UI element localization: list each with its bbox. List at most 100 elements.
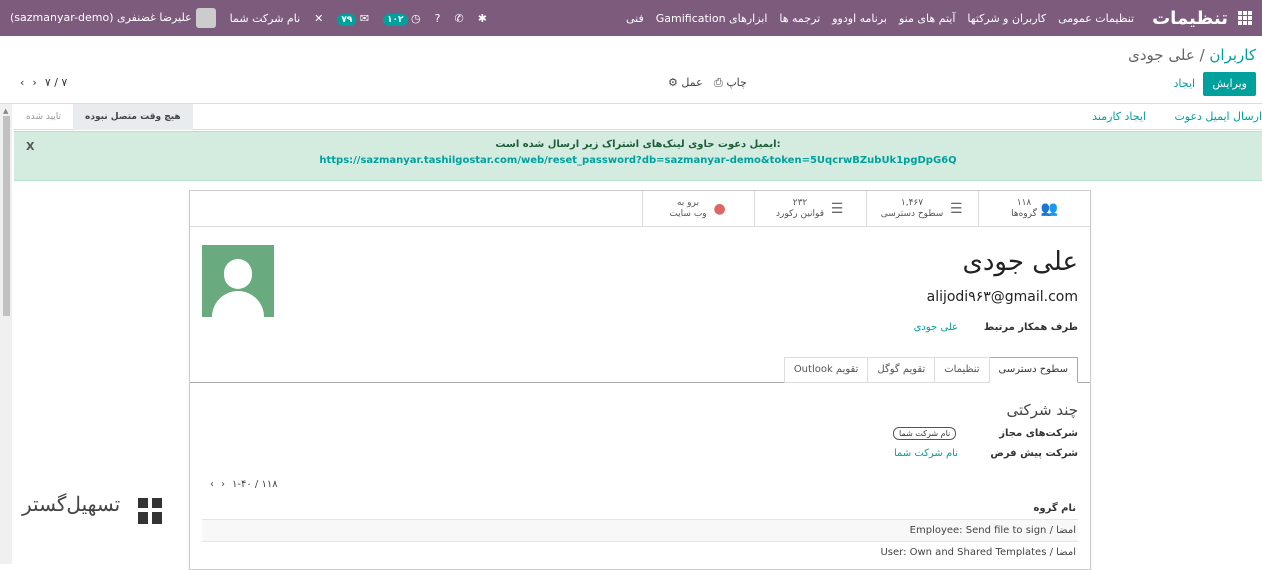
pager-value[interactable]: ۷ / ۷ <box>45 76 68 89</box>
website-smart-button[interactable]: ● برو به وب سایت <box>642 191 754 227</box>
avatar <box>195 8 216 28</box>
systray: ✱ ✆ ? ◷ ۱۰۲ ✉ ۷۹ ✕ نام شرکت شما علیرضا غ… <box>0 8 487 28</box>
edit-button[interactable]: ویرایش <box>1203 72 1256 96</box>
avatar-head-shape <box>224 259 252 289</box>
list-icon: ☰ <box>830 201 844 217</box>
record-pager: ‹ › ۷ / ۷ <box>20 76 67 89</box>
main-menu: تنظیمات عمومی کاربران و شرکتها آیتم های … <box>626 12 1134 25</box>
menu-item-translations[interactable]: ترجمه ها <box>779 12 820 25</box>
print-icon: ⎙ <box>714 76 723 89</box>
watermark-logo: تسهیل‌گستر <box>22 492 170 540</box>
breadcrumb: کاربران / علی جودی <box>1128 46 1256 64</box>
list-icon: ☰ <box>949 201 963 217</box>
groups-count: ۱۱۸ <box>1016 198 1032 208</box>
scroll-thumb[interactable] <box>3 116 10 316</box>
rules-count: ۲۳۲ <box>792 198 808 208</box>
menu-item-general-settings[interactable]: تنظیمات عمومی <box>1058 12 1134 25</box>
default-company-label: شرکت پیش فرض <box>990 448 1078 459</box>
access-count: ۱,۴۶۷ <box>900 198 924 208</box>
access-rights-smart-button[interactable]: ☰ ۱,۴۶۷ سطوح دسترسی <box>866 191 978 227</box>
smart-button-box: 👥 ۱۱۸ گروه‌ها ☰ ۱,۴۶۷ سطوح دسترسی ☰ ۲۳۲ قوا… <box>190 191 1090 227</box>
record-rules-smart-button[interactable]: ☰ ۲۳۲ قوانین رکورد <box>754 191 866 227</box>
action-label: عمل <box>681 76 703 89</box>
tab-outlook-calendar[interactable]: تقویم Outlook <box>783 357 869 383</box>
reset-password-link[interactable]: https://sazmanyar.tashilgostar.com/web/r… <box>14 155 1262 166</box>
partner-value-link[interactable]: علی جودی <box>914 322 958 333</box>
discuss-messages[interactable]: ✉ ۷۹ <box>337 11 370 26</box>
default-company-link[interactable]: نام شرکت شما <box>894 448 958 459</box>
scroll-up-icon[interactable]: ▲ <box>3 107 8 115</box>
groups-pager-value[interactable]: ۱-۴۰ / ۱۱۸ <box>232 479 278 490</box>
print-label: چاپ <box>726 76 747 89</box>
help-icon[interactable]: ? <box>435 12 441 25</box>
menu-item-odoo-app[interactable]: برنامه اودوو <box>832 12 887 25</box>
clock-badge: ۱۰۲ <box>383 13 408 26</box>
partner-label: طرف همکار مرتبط <box>983 322 1078 333</box>
allowed-company-tag[interactable]: نام شرکت شما <box>893 427 957 440</box>
user-photo[interactable] <box>202 245 274 317</box>
breadcrumb-users[interactable]: کاربران <box>1209 46 1256 64</box>
watermark-text: تسهیل‌گستر <box>22 492 121 516</box>
activity-clock[interactable]: ◷ ۱۰۲ <box>383 11 421 26</box>
stage-confirmed[interactable]: تایید شده <box>14 104 73 130</box>
menu-item-users-companies[interactable]: کاربران و شرکتها <box>967 12 1046 25</box>
chat-icon: ✉ <box>359 11 370 25</box>
messages-badge: ۷۹ <box>337 13 357 26</box>
create-button[interactable]: ایجاد <box>1165 72 1204 96</box>
user-email-field: alijodi۹۶۳@gmail.com <box>926 289 1078 305</box>
form-statusbar: ارسال ایمیل دعوت ایجاد کارمند تایید شده … <box>14 104 1262 130</box>
alert-message: ایمیل دعوت حاوی لینک‌های اشتراک زیر ارسا… <box>495 139 781 150</box>
form-sheet: 👥 ۱۱۸ گروه‌ها ☰ ۱,۴۶۷ سطوح دسترسی ☰ ۲۳۲ قوا… <box>189 190 1091 570</box>
tab-preferences[interactable]: تنظیمات <box>934 357 990 383</box>
app-brand[interactable]: تنظیمات <box>1152 8 1228 29</box>
gear-icon: ⚙ <box>668 76 678 89</box>
form-tabs: سطوح دسترسی تنظیمات تقویم گوگل تقویم Out… <box>783 357 1078 383</box>
user-menu[interactable]: علیرضا غضنفری (sazmanyar-demo) <box>10 8 216 28</box>
action-menu[interactable]: ⚙ عمل <box>668 76 703 89</box>
table-row[interactable]: امضا / User: Own and Shared Templates <box>202 541 1078 563</box>
groups-label: گروه‌ها <box>1011 209 1037 219</box>
page-scrollbar[interactable]: ▲ <box>0 104 12 564</box>
globe-icon: ● <box>713 201 726 217</box>
breadcrumb-separator: / <box>1199 46 1205 64</box>
rules-label: قوانین رکورد <box>775 209 825 219</box>
clock-icon: ◷ <box>411 11 421 25</box>
group-name-header[interactable]: نام گروه <box>1034 503 1076 514</box>
invite-alert: X ایمیل دعوت حاوی لینک‌های اشتراک زیر ار… <box>14 131 1262 181</box>
chevron-left-icon[interactable]: ‹ <box>210 479 214 490</box>
phone-icon[interactable]: ✆ <box>455 12 464 25</box>
control-panel: کاربران / علی جودی ویرایش ایجاد ⎙ چاپ ⚙ … <box>0 36 1262 104</box>
user-name: علیرضا غضنفری (sazmanyar-demo) <box>10 11 192 24</box>
groups-smart-button[interactable]: 👥 ۱۱۸ گروه‌ها <box>978 191 1090 227</box>
send-invite-button[interactable]: ارسال ایمیل دعوت <box>1174 110 1262 123</box>
multi-company-title: چند شرکتی <box>1006 401 1078 419</box>
brand-mark-icon <box>138 498 164 524</box>
menu-item-gamification[interactable]: ابزارهای Gamification <box>656 12 768 25</box>
tab-access-rights[interactable]: سطوح دسترسی <box>988 357 1078 383</box>
print-menu[interactable]: ⎙ چاپ <box>714 76 747 90</box>
allowed-companies-label: شرکت‌های مجاز <box>999 428 1078 439</box>
breadcrumb-current: علی جودی <box>1128 46 1195 64</box>
access-label: سطوح دسترسی <box>880 209 944 219</box>
tools-icon[interactable]: ✕ <box>314 12 323 25</box>
avatar-body-shape <box>212 291 264 317</box>
menu-item-menu-items[interactable]: آیتم های منو <box>899 12 955 25</box>
groups-pager: ‹ › ۱-۴۰ / ۱۱۸ <box>210 479 278 490</box>
users-icon: 👥 <box>1040 201 1058 217</box>
pager-prev-icon[interactable]: ‹ <box>20 76 24 89</box>
table-row[interactable]: امضا / Employee: Send file to sign <box>202 519 1078 541</box>
company-switcher[interactable]: نام شرکت شما <box>230 12 300 25</box>
tab-google-calendar[interactable]: تقویم گوگل <box>867 357 936 383</box>
website-label: وب سایت <box>669 209 707 219</box>
status-stages: تایید شده هیچ وقت متصل نبوده <box>14 104 193 130</box>
user-name-field: علی جودی <box>962 247 1079 277</box>
chevron-right-icon[interactable]: › <box>221 479 225 490</box>
stage-never-connected[interactable]: هیچ وقت متصل نبوده <box>73 104 193 130</box>
pager-next-icon[interactable]: › <box>32 76 36 89</box>
create-employee-button[interactable]: ایجاد کارمند <box>1092 110 1146 123</box>
goto-label: برو به <box>676 198 699 208</box>
menu-item-technical[interactable]: فنی <box>626 12 644 25</box>
apps-menu-icon[interactable] <box>1238 11 1252 25</box>
top-navbar: تنظیمات تنظیمات عمومی کاربران و شرکتها آ… <box>0 0 1262 36</box>
bug-icon[interactable]: ✱ <box>478 12 487 25</box>
